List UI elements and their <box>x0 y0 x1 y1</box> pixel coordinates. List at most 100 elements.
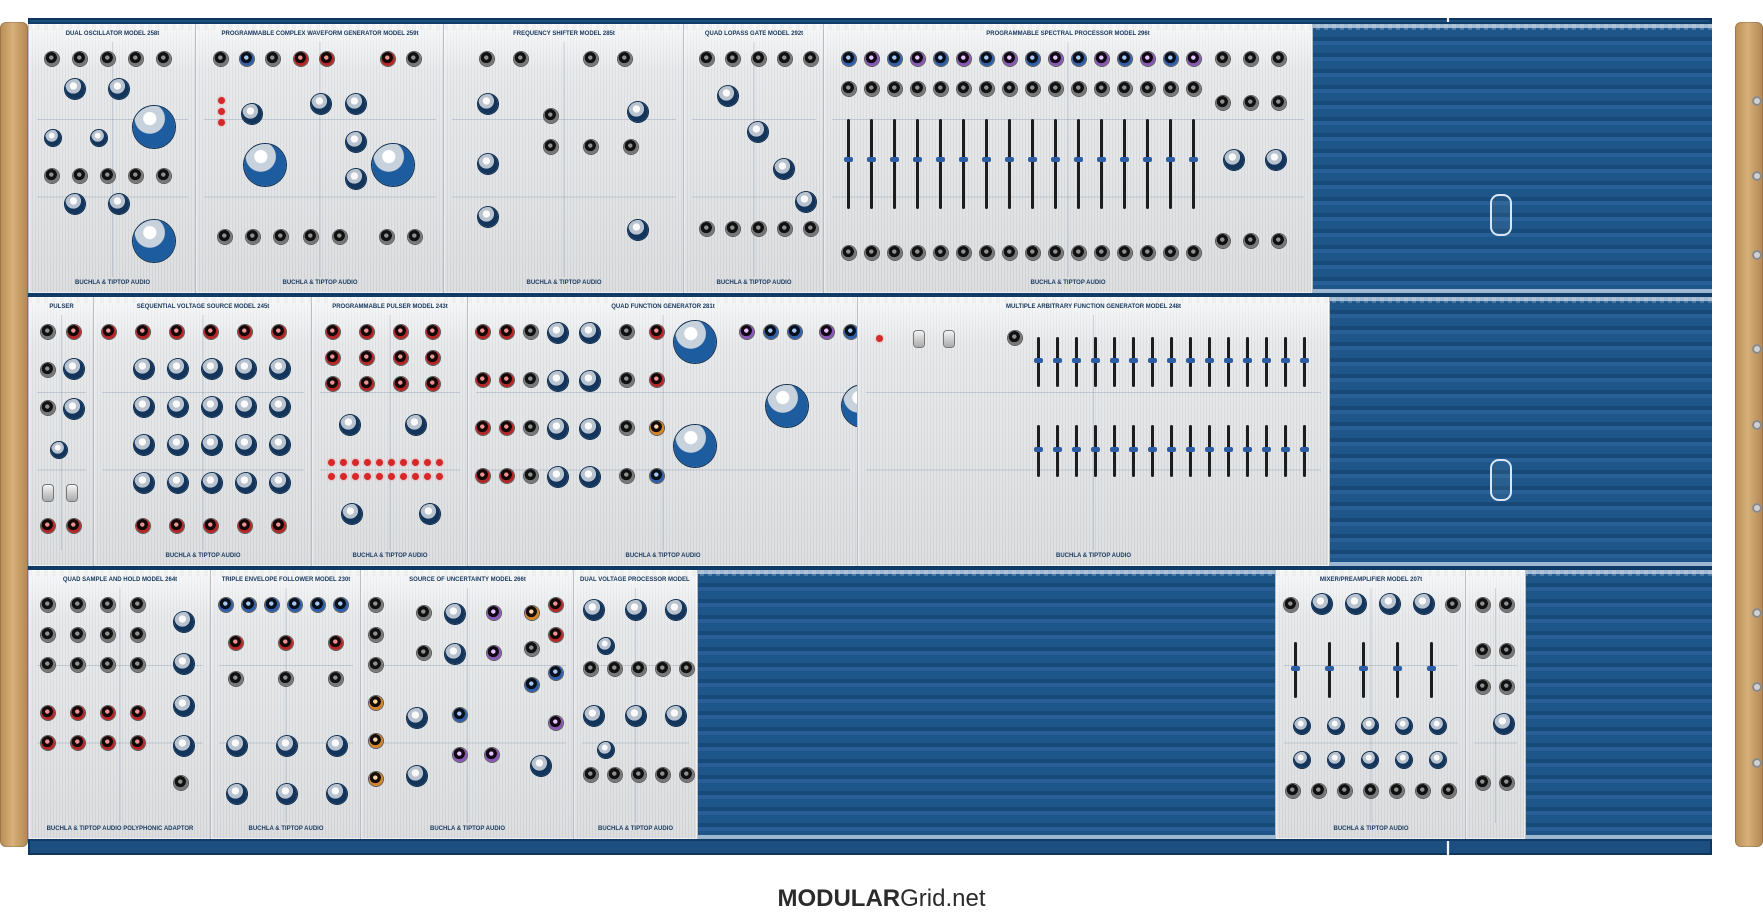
knob[interactable] <box>406 415 426 435</box>
jack[interactable] <box>1284 598 1298 612</box>
jack[interactable] <box>41 706 55 720</box>
jack[interactable] <box>1118 82 1132 96</box>
module-mixer-preamplifier-207t[interactable]: MIXER/PREAMPLIFIER MODEL 207t BUCHLA & T… <box>1275 570 1467 839</box>
jack[interactable] <box>45 169 59 183</box>
knob[interactable] <box>91 130 107 146</box>
jack[interactable] <box>41 519 55 533</box>
module-quad-function-generator-281t[interactable]: QUAD FUNCTION GENERATOR 281t BUCHLA & TI… <box>467 297 884 566</box>
jack[interactable] <box>1008 331 1022 345</box>
jack[interactable] <box>656 662 670 676</box>
quadrature-knob[interactable] <box>674 425 716 467</box>
jack[interactable] <box>584 768 598 782</box>
knob[interactable] <box>202 435 222 455</box>
jack[interactable] <box>544 109 558 123</box>
jack[interactable] <box>632 662 646 676</box>
jack[interactable] <box>934 246 948 260</box>
jack[interactable] <box>1244 52 1258 66</box>
jack[interactable] <box>218 230 232 244</box>
jack[interactable] <box>369 696 383 710</box>
fader[interactable] <box>1262 337 1271 387</box>
module-source-of-uncertainty-266t[interactable]: SOURCE OF UNCERTAINTY MODEL 266t BUCHLA … <box>360 570 575 839</box>
jack[interactable] <box>329 636 343 650</box>
jack[interactable] <box>544 140 558 154</box>
knob[interactable] <box>580 371 600 391</box>
knob[interactable] <box>407 766 427 786</box>
jack[interactable] <box>1338 784 1352 798</box>
knob[interactable] <box>134 359 154 379</box>
knob[interactable] <box>1430 718 1446 734</box>
knob[interactable] <box>277 784 297 804</box>
jack[interactable] <box>369 628 383 642</box>
jack[interactable] <box>980 246 994 260</box>
jack[interactable] <box>174 776 188 790</box>
knob[interactable] <box>626 706 646 726</box>
jack[interactable] <box>650 421 664 435</box>
jack[interactable] <box>71 598 85 612</box>
jack[interactable] <box>157 169 171 183</box>
jack[interactable] <box>1026 246 1040 260</box>
fader[interactable] <box>936 119 945 209</box>
knob[interactable] <box>236 473 256 493</box>
knob[interactable] <box>666 600 686 620</box>
knob[interactable] <box>478 154 498 174</box>
jack[interactable] <box>980 52 994 66</box>
knob[interactable] <box>311 94 331 114</box>
fader[interactable] <box>1427 642 1436 698</box>
jack[interactable] <box>326 325 340 339</box>
knob[interactable] <box>64 359 84 379</box>
jack[interactable] <box>1026 52 1040 66</box>
jack[interactable] <box>632 768 646 782</box>
jack[interactable] <box>453 748 467 762</box>
jack[interactable] <box>272 325 286 339</box>
jack[interactable] <box>369 734 383 748</box>
module-programmable-pulser-243t[interactable]: PROGRAMMABLE PULSER MODEL 243t BUCHLA & … <box>311 297 469 566</box>
jack[interactable] <box>726 52 740 66</box>
jack[interactable] <box>426 351 440 365</box>
knob[interactable] <box>227 736 247 756</box>
fader[interactable] <box>1186 337 1195 387</box>
jack[interactable] <box>620 421 634 435</box>
jack[interactable] <box>1390 784 1404 798</box>
jack[interactable] <box>360 325 374 339</box>
jack[interactable] <box>229 636 243 650</box>
jack[interactable] <box>304 230 318 244</box>
fader[interactable] <box>1034 425 1043 477</box>
jack[interactable] <box>549 666 563 680</box>
jack[interactable] <box>804 52 818 66</box>
jack[interactable] <box>1244 234 1258 248</box>
jack[interactable] <box>1312 784 1326 798</box>
knob[interactable] <box>174 654 194 674</box>
jack[interactable] <box>1164 52 1178 66</box>
jack[interactable] <box>1049 246 1063 260</box>
jack[interactable] <box>476 373 490 387</box>
knob[interactable] <box>1266 150 1286 170</box>
knob[interactable] <box>109 79 129 99</box>
freq-knob[interactable] <box>133 220 175 262</box>
jack[interactable] <box>620 373 634 387</box>
fader[interactable] <box>1097 119 1106 209</box>
jack[interactable] <box>1286 784 1300 798</box>
jack[interactable] <box>41 628 55 642</box>
jack[interactable] <box>1164 246 1178 260</box>
knob[interactable] <box>64 399 84 419</box>
jack[interactable] <box>417 606 431 620</box>
knob[interactable] <box>236 435 256 455</box>
jack[interactable] <box>1364 784 1378 798</box>
jack[interactable] <box>608 662 622 676</box>
jack[interactable] <box>274 230 288 244</box>
jack[interactable] <box>1442 784 1456 798</box>
jack[interactable] <box>41 363 55 377</box>
knob[interactable] <box>327 736 347 756</box>
knob[interactable] <box>748 122 768 142</box>
fader[interactable] <box>1143 119 1152 209</box>
fader[interactable] <box>1189 119 1198 209</box>
fader[interactable] <box>890 119 899 209</box>
knob[interactable] <box>168 359 188 379</box>
fader[interactable] <box>1028 119 1037 209</box>
fader[interactable] <box>1205 337 1214 387</box>
jack[interactable] <box>752 222 766 236</box>
jack[interactable] <box>101 658 115 672</box>
knob[interactable] <box>65 194 85 214</box>
jack[interactable] <box>279 636 293 650</box>
knob[interactable] <box>1430 752 1446 768</box>
